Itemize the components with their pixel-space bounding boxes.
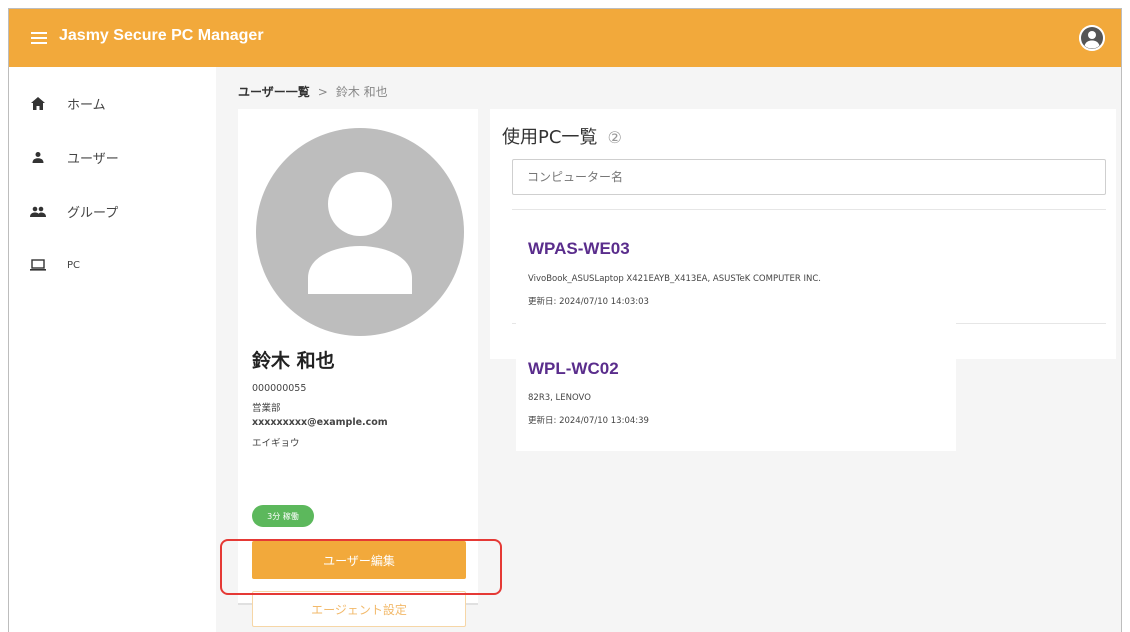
user-department: 営業部	[252, 403, 281, 414]
breadcrumb-current: 鈴木 和也	[335, 85, 388, 99]
user-kana: エイギョウ	[252, 438, 300, 449]
sidebar-item-label: グループ	[67, 205, 119, 221]
user-avatar	[256, 128, 464, 336]
pc-list-title: 使用PC一覧	[502, 127, 598, 148]
sidebar: ホーム ユーザー グループ PC	[9, 67, 216, 632]
laptop-icon	[29, 256, 47, 274]
user-id: 000000055	[252, 383, 307, 394]
pc-updated-date: 更新日: 2024/07/10 14:03:03	[528, 297, 649, 307]
person-icon	[29, 148, 47, 166]
breadcrumb-user-list-link[interactable]: ユーザー一覧	[238, 83, 310, 100]
sidebar-item-label: ユーザー	[67, 151, 119, 167]
sidebar-item-pc[interactable]: PC	[9, 245, 216, 285]
sidebar-item-users[interactable]: ユーザー	[9, 137, 216, 177]
user-email: xxxxxxxxx@example.com	[252, 417, 388, 428]
menu-icon[interactable]	[31, 32, 47, 44]
status-badge: 3分 稼働	[252, 505, 314, 527]
group-icon	[29, 202, 47, 220]
pc-list-header: 使用PC一覧 ②	[502, 123, 622, 149]
breadcrumb: ユーザー一覧 > 鈴木 和也	[238, 83, 388, 100]
pc-name-link[interactable]: WPL-WC02	[528, 359, 619, 379]
sidebar-item-label: ホーム	[67, 97, 106, 113]
pc-list-item[interactable]: WPL-WC02 82R3, LENOVO 更新日: 2024/07/10 13…	[516, 341, 956, 451]
breadcrumb-separator: >	[317, 84, 328, 99]
pc-spec: 82R3, LENOVO	[528, 393, 591, 403]
app-title: Jasmy Secure PC Manager	[59, 27, 264, 44]
sidebar-item-label: PC	[67, 259, 81, 271]
app-window: Jasmy Secure PC Manager ホーム ユーザー グループ PC…	[8, 8, 1122, 632]
user-name: 鈴木 和也	[252, 350, 335, 372]
pc-name-link[interactable]: WPAS-WE03	[528, 239, 630, 259]
sidebar-item-home[interactable]: ホーム	[9, 83, 216, 123]
app-header: Jasmy Secure PC Manager	[9, 9, 1121, 67]
user-profile-card: 鈴木 和也 000000055 営業部 xxxxxxxxx@example.co…	[238, 109, 478, 627]
agent-settings-button[interactable]: エージェント設定	[252, 591, 466, 627]
account-icon[interactable]	[1079, 25, 1105, 51]
sidebar-item-groups[interactable]: グループ	[9, 191, 216, 231]
pc-count-badge: ②	[607, 128, 622, 147]
pc-spec: VivoBook_ASUSLaptop X421EAYB_X413EA, ASU…	[528, 274, 821, 284]
pc-list-item[interactable]: WPAS-WE03 VivoBook_ASUSLaptop X421EAYB_X…	[516, 219, 956, 333]
computer-name-search-input[interactable]	[512, 159, 1106, 195]
home-icon	[29, 94, 47, 112]
agent-settings-highlight	[220, 539, 502, 595]
pc-updated-date: 更新日: 2024/07/10 13:04:39	[528, 416, 649, 426]
divider	[512, 209, 1106, 210]
